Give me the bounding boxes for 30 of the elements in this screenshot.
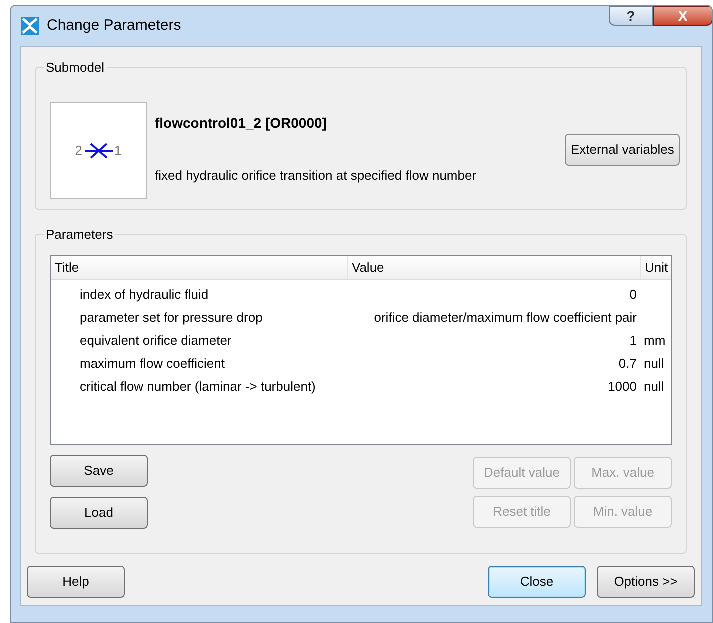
help-button[interactable]: ? xyxy=(609,6,653,26)
column-header[interactable]: Title xyxy=(51,256,348,279)
dialog-button[interactable]: Help xyxy=(27,566,125,598)
table-cell-text: mm xyxy=(644,332,666,350)
action-button[interactable]: Save xyxy=(50,455,148,487)
table-cell-text: 0 xyxy=(628,286,637,304)
window-title: Change Parameters xyxy=(47,16,182,36)
table-cell-text: index of hydraulic fluid xyxy=(79,286,210,304)
table-cell-text: null xyxy=(644,354,664,373)
table-cell-text: maximum flow coefficient xyxy=(79,354,226,373)
port-label: 1 xyxy=(114,142,122,160)
dialog-button[interactable]: Close xyxy=(488,566,586,598)
dialog-button[interactable]: Options >> xyxy=(597,566,695,598)
table-cell-text: null xyxy=(644,378,664,396)
table-cell-text: parameter set for pressure drop xyxy=(79,308,264,327)
table-cell-text: 1 xyxy=(628,332,637,350)
port-label: 2 xyxy=(75,142,82,160)
submodel-name: flowcontrol01_2 [OR0000] xyxy=(155,114,328,133)
column-header[interactable]: Value xyxy=(348,256,641,279)
table-cell-text: critical flow number (laminar -> turbulent) xyxy=(79,378,317,396)
table-cell-text: 0.7 xyxy=(618,354,637,373)
external-variables-button[interactable]: External variables xyxy=(565,134,680,166)
orifice-symbol-icon xyxy=(84,142,112,158)
table-cell-text: orifice diameter/maximum flow coefficient pair xyxy=(373,308,637,327)
app-icon xyxy=(21,17,39,35)
table-cell-text: 1000 xyxy=(607,378,637,396)
column-header[interactable]: Unit xyxy=(641,256,671,279)
action-button[interactable]: Load xyxy=(50,497,148,529)
submodel-description: fixed hydraulic orifice transition at specified flow number xyxy=(155,167,478,185)
table-cell-text: equivalent orifice diameter xyxy=(79,332,233,350)
